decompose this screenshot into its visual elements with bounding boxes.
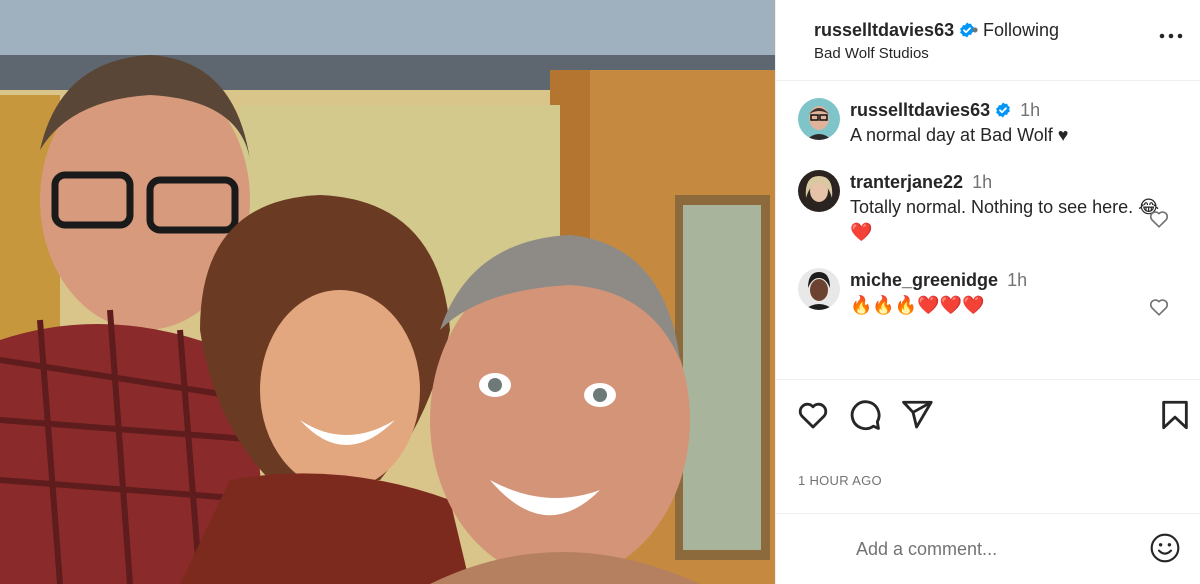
add-comment-bar	[776, 513, 1200, 584]
like-comment-icon[interactable]	[1148, 296, 1170, 318]
post-author-username[interactable]: russelltdavies63	[814, 20, 975, 41]
post-location[interactable]: Bad Wolf Studios	[814, 45, 929, 62]
comment-input[interactable]	[856, 534, 1136, 564]
post-header: russelltdavies63 • Following Bad Wolf St…	[776, 0, 1200, 81]
heart-icon[interactable]	[796, 398, 830, 432]
verified-badge-icon	[996, 102, 1011, 118]
bookmark-icon[interactable]	[1158, 398, 1192, 432]
comments-list[interactable]: russelltdavies63 1h A normal day at Bad …	[776, 82, 1200, 380]
comment-time[interactable]: 1h	[972, 172, 992, 192]
comment-text: A normal day at Bad Wolf ♥	[850, 125, 1069, 145]
emoji-icon[interactable]	[1149, 532, 1181, 564]
post-photo[interactable]	[0, 0, 775, 584]
avatar[interactable]	[798, 170, 840, 212]
comment-text: Totally normal. Nothing to see here. 😂❤️	[850, 197, 1160, 242]
post-actions-bar	[776, 398, 1200, 438]
comment-time[interactable]: 1h	[1007, 270, 1027, 290]
comment-text: 🔥🔥🔥❤️❤️❤️	[850, 295, 985, 315]
avatar[interactable]	[798, 268, 840, 310]
comment-username[interactable]: russelltdavies63	[850, 100, 990, 120]
comment-time[interactable]: 1h	[1020, 100, 1040, 120]
comment-username[interactable]: miche_greenidge	[850, 270, 998, 290]
comment-username[interactable]: tranterjane22	[850, 172, 963, 192]
like-comment-icon[interactable]	[1148, 208, 1170, 230]
following-button[interactable]: Following	[983, 20, 1059, 41]
send-icon[interactable]	[900, 398, 934, 432]
post-timestamp[interactable]: 1 HOUR AGO	[798, 473, 882, 488]
more-options-icon[interactable]	[1157, 22, 1185, 50]
post-side-panel: russelltdavies63 • Following Bad Wolf St…	[775, 0, 1200, 584]
header-separator: •	[972, 20, 979, 40]
selfie-image	[0, 0, 775, 584]
comment-icon[interactable]	[848, 398, 882, 432]
avatar[interactable]	[798, 98, 840, 140]
